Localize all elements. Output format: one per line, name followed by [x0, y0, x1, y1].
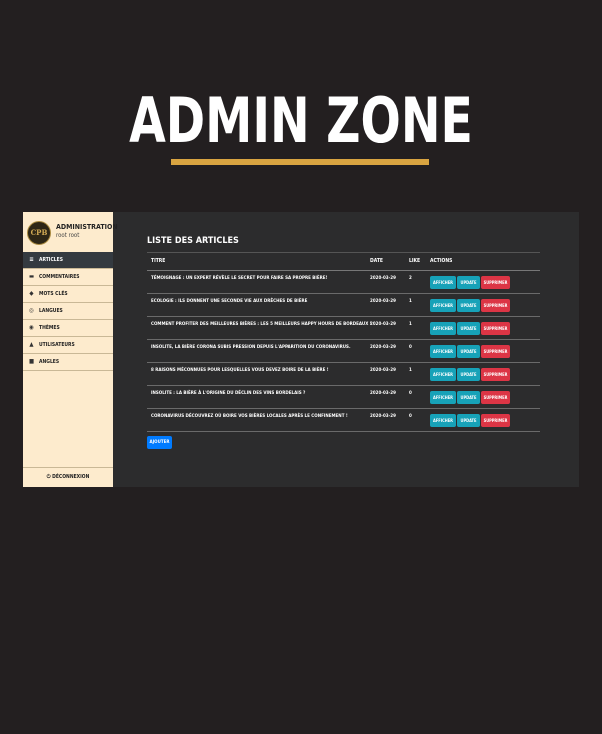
show-button[interactable]: AFFICHER — [430, 276, 456, 289]
update-button[interactable]: UPDATE — [457, 299, 480, 312]
table-row: TÉMOIGNAGE : UN EXPERT RÉVÈLE LE SECRET … — [147, 271, 540, 294]
article-date: 2020-03-29 — [370, 276, 396, 281]
table-row: ECOLOGIE : ILS DONNENT UNE SECONDE VIE A… — [147, 294, 540, 317]
table-body: TÉMOIGNAGE : UN EXPERT RÉVÈLE LE SECRET … — [147, 271, 540, 432]
delete-button[interactable]: SUPPRIMER — [481, 345, 510, 358]
delete-button[interactable]: SUPPRIMER — [481, 414, 510, 427]
table-row: COMMENT PROFITER DES MEILLEURES BIÈRES :… — [147, 317, 540, 340]
delete-button[interactable]: SUPPRIMER — [481, 322, 510, 335]
sidebar-item-langues[interactable]: ◎ LANGUES — [23, 303, 113, 320]
article-title: 8 RAISONS MÉCONNUES POUR LESQUELLES VOUS… — [151, 368, 329, 373]
list-icon: ≡ — [29, 256, 34, 263]
column-date: DATE — [370, 258, 383, 264]
globe-icon: ◎ — [29, 307, 34, 314]
article-likes: 1 — [409, 322, 412, 327]
column-actions: ACTIONS — [430, 258, 453, 264]
show-button[interactable]: AFFICHER — [430, 299, 456, 312]
logout-button[interactable]: ⏻ DÉCONNEXION — [23, 467, 113, 487]
article-title: COMMENT PROFITER DES MEILLEURES BIÈRES :… — [151, 322, 372, 327]
article-title: ECOLOGIE : ILS DONNENT UNE SECONDE VIE A… — [151, 299, 308, 304]
brand-subtitle: root root — [56, 232, 80, 239]
update-button[interactable]: UPDATE — [457, 414, 480, 427]
show-button[interactable]: AFFICHER — [430, 345, 456, 358]
sidebar-item-utilisateurs[interactable]: ▲ UTILISATEURS — [23, 337, 113, 354]
sidebar-item-label: ANGLES — [39, 359, 60, 365]
update-button[interactable]: UPDATE — [457, 322, 480, 335]
sidebar-item-label: ARTICLES — [39, 257, 63, 263]
article-likes: 1 — [409, 299, 412, 304]
delete-button[interactable]: SUPPRIMER — [481, 299, 510, 312]
folder-icon: ■ — [28, 358, 35, 365]
user-icon: ▲ — [29, 341, 34, 348]
show-button[interactable]: AFFICHER — [430, 414, 456, 427]
article-date: 2020-03-29 — [370, 368, 396, 373]
update-button[interactable]: UPDATE — [457, 391, 480, 404]
brand: CPB ADMINISTRATION root root — [23, 212, 118, 253]
sidebar-item-label: MOTS CLÉS — [39, 291, 68, 297]
table-header: TITRE DATE LIKE ACTIONS — [147, 252, 540, 271]
delete-button[interactable]: SUPPRIMER — [481, 391, 510, 404]
sidebar-item-label: COMMENTAIRES — [39, 274, 80, 280]
article-date: 2020-03-29 — [370, 391, 396, 396]
show-button[interactable]: AFFICHER — [430, 322, 456, 335]
sidebar-item-commentaires[interactable]: ▬ COMMENTAIRES — [23, 269, 113, 286]
article-likes: 0 — [409, 414, 412, 419]
update-button[interactable]: UPDATE — [457, 345, 480, 358]
page-title: ADMIN ZONE — [129, 84, 473, 157]
table-row: INSOLITE, LA BIÈRE CORONA SUBIS PRESSION… — [147, 340, 540, 363]
sidebar-item-label: THÈMES — [39, 325, 60, 331]
sidebar-item-th-mes[interactable]: ◉ THÈMES — [23, 320, 113, 337]
article-date: 2020-03-29 — [370, 322, 396, 327]
article-likes: 0 — [409, 391, 412, 396]
title-underline — [171, 159, 429, 165]
article-title: INSOLITE, LA BIÈRE CORONA SUBIS PRESSION… — [151, 345, 351, 350]
table-row: INSOLITE : LA BIÈRE À L'ORIGINE DU DÉCLI… — [147, 386, 540, 409]
show-button[interactable]: AFFICHER — [430, 368, 456, 381]
article-likes: 1 — [409, 368, 412, 373]
sidebar-item-label: LANGUES — [39, 308, 63, 314]
update-button[interactable]: UPDATE — [457, 368, 480, 381]
article-date: 2020-03-29 — [370, 414, 396, 419]
brand-title: ADMINISTRATION — [56, 223, 118, 231]
articles-table: TITRE DATE LIKE ACTIONS TÉMOIGNAGE : UN … — [147, 252, 540, 432]
sidebar: CPB ADMINISTRATION root root ≡ ARTICLES ▬ C… — [23, 212, 118, 487]
column-like: LIKE — [409, 258, 421, 264]
sidebar-item-label: UTILISATEURS — [39, 342, 75, 348]
table-row: CORONAVIRUS DÉCOUVREZ OÙ BOIRE VOS BIÈRE… — [147, 409, 540, 432]
delete-button[interactable]: SUPPRIMER — [481, 368, 510, 381]
brand-logo: CPB — [27, 221, 51, 245]
sidebar-item-mots-cl-s[interactable]: ◆ MOTS CLÉS — [23, 286, 113, 303]
theme-icon: ◉ — [29, 324, 34, 331]
article-title: INSOLITE : LA BIÈRE À L'ORIGINE DU DÉCLI… — [151, 391, 306, 396]
tag-icon: ◆ — [29, 290, 34, 297]
table-row: 8 RAISONS MÉCONNUES POUR LESQUELLES VOUS… — [147, 363, 540, 386]
list-title: LISTE DES ARTICLES — [147, 236, 239, 246]
article-date: 2020-03-29 — [370, 345, 396, 350]
article-title: TÉMOIGNAGE : UN EXPERT RÉVÈLE LE SECRET … — [151, 276, 328, 281]
comment-icon: ▬ — [28, 273, 35, 280]
show-button[interactable]: AFFICHER — [430, 391, 456, 404]
article-likes: 0 — [409, 345, 412, 350]
column-title: TITRE — [151, 258, 166, 264]
sidebar-item-angles[interactable]: ■ ANGLES — [23, 354, 113, 371]
sidebar-item-articles[interactable]: ≡ ARTICLES — [23, 252, 113, 269]
article-date: 2020-03-29 — [370, 299, 396, 304]
article-likes: 2 — [409, 276, 412, 281]
sidebar-menu: ≡ ARTICLES ▬ COMMENTAIRES ◆ MOTS CLÉS ◎ LANGUES… — [23, 252, 113, 371]
add-article-button[interactable]: AJOUTER — [147, 436, 172, 449]
delete-button[interactable]: SUPPRIMER — [481, 276, 510, 289]
logout-label: DÉCONNEXION — [52, 474, 90, 480]
update-button[interactable]: UPDATE — [457, 276, 480, 289]
article-title: CORONAVIRUS DÉCOUVREZ OÙ BOIRE VOS BIÈRE… — [151, 414, 348, 419]
